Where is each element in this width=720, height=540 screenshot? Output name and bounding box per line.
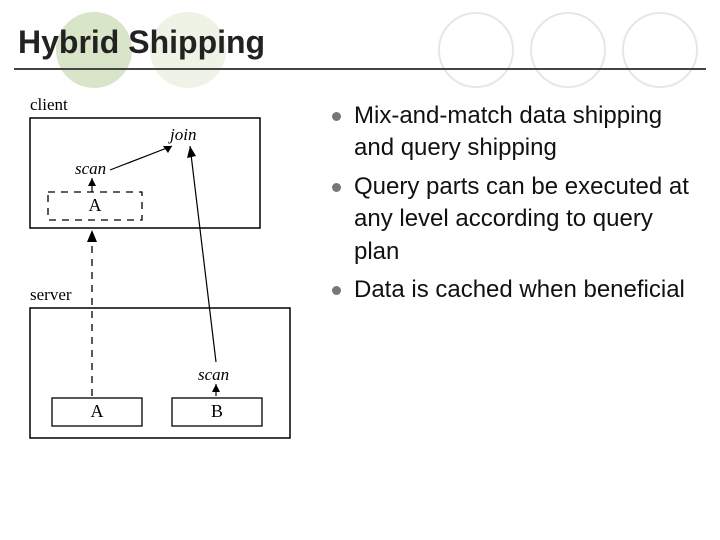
server-label: server [30,285,72,304]
server-b-label: B [211,401,223,421]
decorative-circle [530,12,606,88]
join-label: join [168,125,196,144]
cache-a-label: A [89,195,102,215]
slide-title: Hybrid Shipping [18,24,265,61]
decorative-circle [622,12,698,88]
hybrid-shipping-diagram: client join scan A server scan [20,92,310,492]
bullet-list: Mix-and-match data shipping and query sh… [328,100,696,306]
arrowhead [212,384,220,392]
arrowhead [187,146,196,158]
slide-content: client join scan A server scan [0,92,720,540]
arrowhead [87,230,97,242]
bullet-item: Query parts can be executed at any level… [328,171,696,268]
bullet-list-area: Mix-and-match data shipping and query sh… [320,92,720,540]
bullet-item: Mix-and-match data shipping and query sh… [328,100,696,165]
client-label: client [30,95,68,114]
decorative-circle [438,12,514,88]
server-box [30,308,290,438]
title-underline [14,68,706,70]
bullet-item: Data is cached when beneficial [328,274,696,306]
edge-scan-to-join-left [110,146,172,170]
client-box [30,118,260,228]
diagram-area: client join scan A server scan [0,92,320,540]
edge-scanB-to-join [190,146,216,362]
arrowhead [88,178,96,186]
server-a-label: A [91,401,104,421]
scan-top-label: scan [75,159,106,178]
scan-bottom-label: scan [198,365,229,384]
